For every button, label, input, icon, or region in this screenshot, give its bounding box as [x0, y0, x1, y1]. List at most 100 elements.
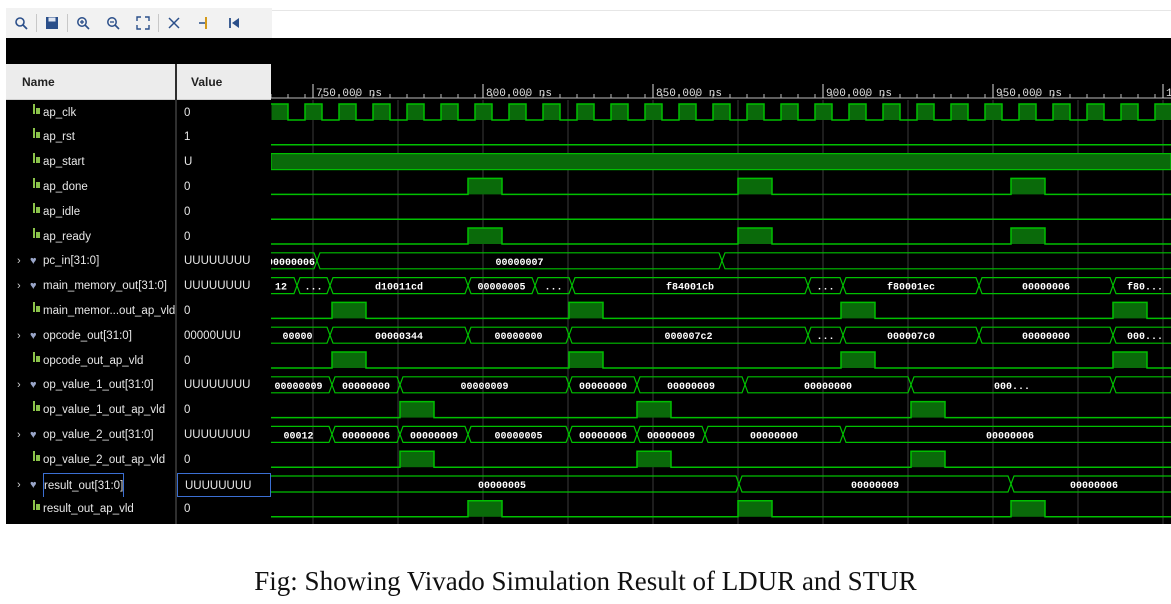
search-icon[interactable]: [6, 10, 36, 36]
signal-row-6[interactable]: › ♥ pc_in[31:0]: [6, 249, 175, 273]
signal-value: UUUUUUUU: [184, 428, 251, 441]
cursor-icon[interactable]: [159, 10, 189, 36]
signal-row-14[interactable]: op_value_2_out_ap_vld: [6, 448, 175, 472]
expand-chevron-icon[interactable]: ›: [17, 373, 21, 397]
signal-value: 0: [184, 404, 191, 417]
ap-done-fill: [468, 178, 502, 195]
bus-signal-icon: ♥: [30, 379, 37, 392]
bus-value: 00000005: [478, 481, 526, 492]
expand-chevron-icon[interactable]: ›: [17, 274, 21, 298]
signal-row-15[interactable]: › ♥ result_out[31:0]: [6, 472, 175, 497]
waveform-header-bar: [6, 38, 1171, 64]
go-to-start-icon[interactable]: [219, 10, 249, 36]
expand-chevron-icon[interactable]: ›: [17, 473, 21, 497]
zoom-fit-icon[interactable]: [128, 10, 158, 36]
bus-value: 00000006: [986, 431, 1034, 442]
bus-value: 000...: [1127, 332, 1163, 343]
signal-row-1[interactable]: ap_rst: [6, 125, 175, 149]
result-vld-fill: [1011, 500, 1045, 517]
clock-high-fill: [543, 104, 560, 120]
bus-value: 00000005: [477, 283, 525, 294]
bit-signal-icon: [32, 200, 41, 224]
clock-high-fill: [747, 104, 764, 120]
zoom-out-icon[interactable]: [98, 10, 128, 36]
signal-value: 00000UUU: [184, 329, 241, 342]
signal-value: 1: [184, 131, 191, 144]
bit-signal-icon: [32, 398, 41, 422]
clock-high-fill: [1019, 104, 1036, 120]
bus-value: 00000006: [342, 431, 390, 442]
name-column-header[interactable]: Name: [6, 64, 175, 100]
bus-value: 00000009: [647, 431, 695, 442]
clock-high-fill: [373, 104, 390, 120]
time-label: 1: [1166, 88, 1171, 100]
time-label: 800.000 ns: [486, 88, 552, 100]
bus-value: 00000: [282, 332, 312, 343]
signal-name: pc_in[31:0]: [43, 255, 100, 268]
expand-chevron-icon[interactable]: ›: [17, 249, 21, 273]
waveform-canvas[interactable]: 750.000 ns 800.000 ns 850.000 ns 900.000 ns…: [271, 64, 1171, 524]
signal-row-0[interactable]: ap_clk: [6, 101, 175, 125]
ap-ready-fill: [1011, 228, 1045, 244]
bus-value: 00000000: [579, 382, 627, 393]
waveform-toolbar: [6, 8, 272, 39]
op-value-1-vld-fill: [637, 401, 671, 418]
signal-row-12[interactable]: op_value_1_out_ap_vld: [6, 398, 175, 422]
signal-row-13[interactable]: › ♥ op_value_2_out[31:0]: [6, 423, 175, 447]
signal-name: ap_start: [43, 156, 85, 169]
bus-value: ...: [816, 283, 834, 294]
save-icon[interactable]: [37, 10, 67, 36]
ap-done-fill: [1011, 178, 1045, 195]
signal-row-16[interactable]: result_out_ap_vld: [6, 497, 175, 521]
signal-name: ap_done: [43, 180, 88, 193]
signal-row-10[interactable]: opcode_out_ap_vld: [6, 349, 175, 373]
clock-high-fill: [985, 104, 1002, 120]
bus-value: 00000000: [804, 382, 852, 393]
bus-signal-icon: ♥: [30, 478, 37, 491]
bit-signal-icon: [32, 225, 41, 249]
signal-name: main_memory_out[31:0]: [43, 280, 168, 293]
signal-value: UUUUUUUU: [177, 472, 271, 497]
bus-value: 12: [275, 283, 287, 294]
value-column-header[interactable]: Value: [177, 64, 271, 100]
toolbar-right-area: [272, 10, 1171, 39]
signal-row-5[interactable]: ap_ready: [6, 225, 175, 249]
bus-value: 00000009: [274, 382, 322, 393]
signal-row-7[interactable]: › ♥ main_memory_out[31:0]: [6, 274, 175, 298]
bus-value: 00000000: [750, 431, 798, 442]
clock-high-fill: [1087, 104, 1104, 120]
expand-chevron-icon[interactable]: ›: [17, 324, 21, 348]
signal-row-8[interactable]: main_memor...out_ap_vld: [6, 299, 175, 323]
bus-value: 00000009: [410, 431, 458, 442]
clock-high-fill: [917, 104, 934, 120]
signal-name: main_memor...out_ap_vld: [43, 304, 175, 317]
clock-high-fill: [611, 104, 628, 120]
expand-chevron-icon[interactable]: ›: [17, 423, 21, 447]
bus-value: f84001cb: [666, 282, 714, 294]
main-memory-vld-fill: [569, 302, 603, 319]
clock-high-fill: [849, 104, 866, 120]
bus-value: 00000000: [1022, 332, 1070, 343]
signal-row-4[interactable]: ap_idle: [6, 200, 175, 224]
bit-signal-icon: [32, 349, 41, 373]
bus-signal-icon: ♥: [30, 329, 37, 342]
ap-start-wave: [271, 152, 1171, 171]
opcode-vld-fill: [569, 352, 603, 368]
bus-value: 00000006: [1022, 283, 1070, 294]
time-label: 900.000 ns: [826, 88, 892, 100]
signal-name: op_value_1_out[31:0]: [43, 379, 154, 392]
clock-high-fill: [1053, 104, 1070, 120]
bus-value: 00000009: [667, 382, 715, 393]
signal-name: op_value_2_out_ap_vld: [43, 453, 166, 466]
signal-value: 0: [184, 304, 191, 317]
zoom-in-icon[interactable]: [68, 10, 98, 36]
marker-icon[interactable]: [189, 10, 219, 36]
bus-value: ...: [816, 332, 834, 343]
signal-row-9[interactable]: › ♥ opcode_out[31:0]: [6, 324, 175, 348]
bus-value: 000007c2: [664, 332, 712, 343]
signal-row-2[interactable]: ap_start: [6, 150, 175, 174]
signal-row-11[interactable]: › ♥ op_value_1_out[31:0]: [6, 373, 175, 397]
signal-name: op_value_1_out_ap_vld: [43, 404, 166, 417]
signal-value: 0: [184, 205, 191, 218]
signal-row-3[interactable]: ap_done: [6, 175, 175, 199]
